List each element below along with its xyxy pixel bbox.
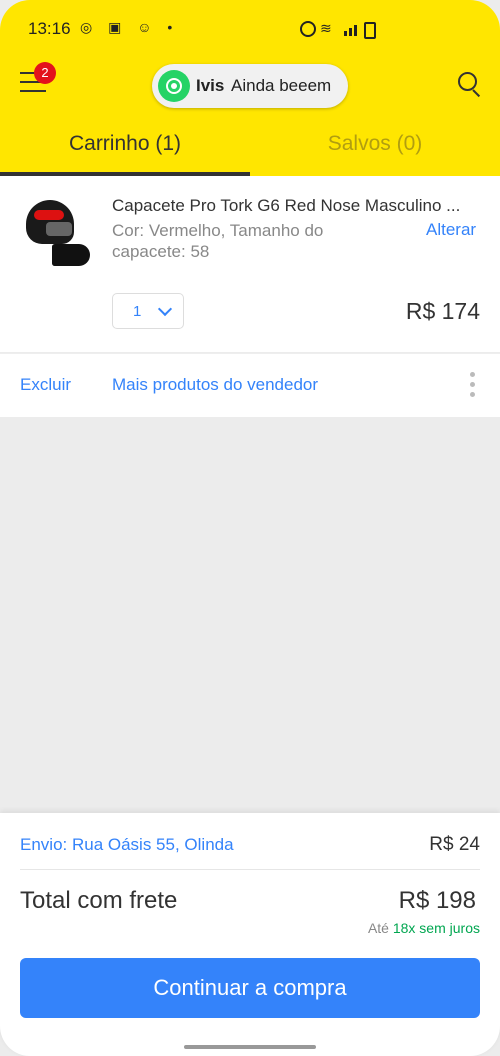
signal-icon	[344, 18, 359, 36]
product-image[interactable]	[24, 198, 90, 268]
header: 2 Ivis Ainda beeem Carrinho (1) Salvos (…	[0, 48, 500, 176]
product-title[interactable]: Capacete Pro Tork G6 Red Nose Masculino …	[112, 196, 482, 216]
installments-highlight: 18x sem juros	[392, 920, 480, 936]
chat-message: Ainda beeem	[231, 76, 332, 95]
wifi-icon: ≋	[320, 20, 332, 36]
chevron-down-icon	[157, 301, 173, 317]
chat-bubble[interactable]: Ivis Ainda beeem	[152, 64, 348, 108]
divider	[20, 869, 480, 870]
continue-purchase-button[interactable]: Continuar a compra	[20, 958, 480, 1018]
alarm-icon	[300, 21, 316, 37]
notification-badge: 2	[34, 62, 56, 84]
shipping-address-link[interactable]: Envio: Rua Oásis 55, Olinda	[20, 835, 234, 855]
total-label: Total com frete	[20, 887, 178, 914]
whatsapp-icon	[158, 70, 190, 102]
quantity-value: 1	[133, 303, 142, 320]
product-variant: Cor: Vermelho, Tamanho do capacete: 58	[112, 221, 324, 261]
more-options-icon[interactable]	[470, 372, 478, 400]
delete-button[interactable]: Excluir	[20, 375, 71, 395]
home-indicator[interactable]	[184, 1045, 316, 1049]
status-time: 13:16	[28, 19, 71, 38]
total-value: R$ 198	[398, 887, 476, 914]
menu-icon-bar	[20, 90, 46, 92]
tab-cart[interactable]: Carrinho (1)	[0, 132, 250, 156]
more-from-seller-link[interactable]: Mais produtos do vendedor	[112, 375, 318, 395]
tab-saved[interactable]: Salvos (0)	[250, 132, 500, 156]
item-actions: Excluir Mais produtos do vendedor	[0, 353, 500, 417]
product-price: R$ 174	[405, 298, 480, 324]
search-icon[interactable]	[458, 72, 482, 98]
quantity-select[interactable]: 1	[112, 293, 184, 329]
change-variant-link[interactable]: Alterar	[426, 220, 476, 240]
installments-info: Até 18x sem juros	[368, 920, 480, 936]
cart-item: Capacete Pro Tork G6 Red Nose Masculino …	[0, 176, 500, 352]
order-summary: Envio: Rua Oásis 55, Olinda R$ 24 Total …	[0, 813, 500, 1056]
notification-icons: ◎ ▣ ☺ •	[80, 19, 179, 35]
chat-sender-name: Ivis	[196, 76, 225, 95]
status-bar: 13:16 ◎ ▣ ☺ • ≋	[0, 0, 500, 48]
battery-icon	[364, 22, 376, 39]
shipping-cost: R$ 24	[429, 834, 480, 855]
installments-prefix: Até	[367, 920, 389, 936]
